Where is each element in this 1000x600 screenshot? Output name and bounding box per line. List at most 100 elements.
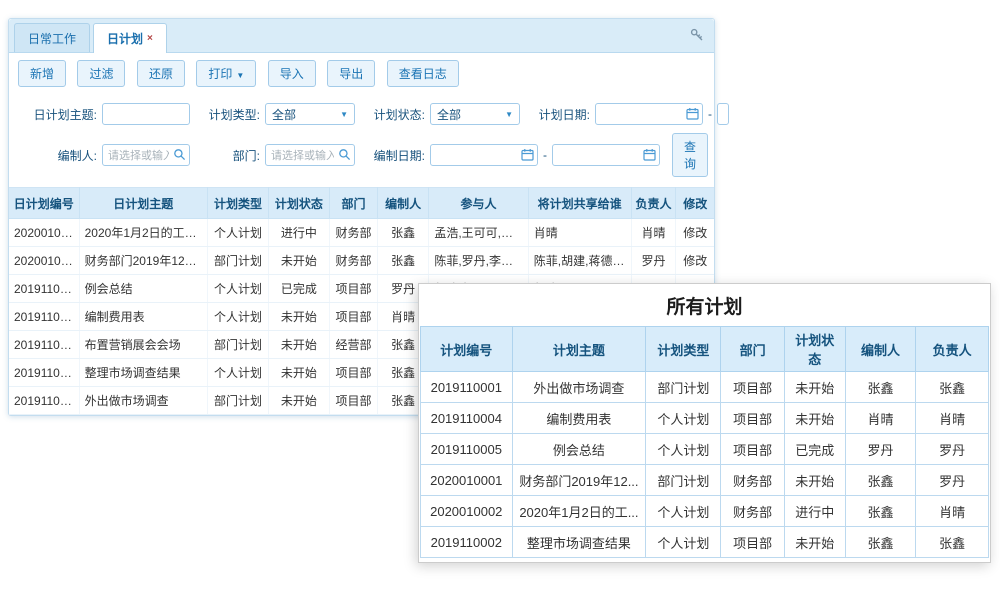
close-icon[interactable]: × bbox=[147, 33, 153, 44]
created-date-label: 编制日期: bbox=[355, 147, 425, 164]
table-row: 20200100022020年1月2日的工...个人计划财务部进行中张鑫肖晴 bbox=[421, 496, 989, 527]
view-log-button[interactable]: 查看日志 bbox=[387, 60, 459, 87]
tab-label: 日常工作 bbox=[28, 32, 76, 46]
column-header: 部门 bbox=[721, 327, 784, 372]
cell-subject[interactable]: 布置营销展会会场 bbox=[79, 331, 207, 359]
cell-subject[interactable]: 2020年1月2日的工作日... bbox=[79, 219, 207, 247]
key-icon[interactable] bbox=[690, 28, 704, 47]
column-header: 日计划编号 bbox=[9, 188, 79, 219]
add-button[interactable]: 新增 bbox=[18, 60, 66, 87]
cell-subject[interactable]: 财务部门2019年12月的... bbox=[79, 247, 207, 275]
cell-plan-type: 个人计划 bbox=[646, 496, 721, 527]
department-label: 部门: bbox=[190, 147, 260, 164]
column-header: 负责人 bbox=[631, 188, 676, 219]
cell-creator: 张鑫 bbox=[845, 465, 915, 496]
cell-subject: 整理市场调查结果 bbox=[512, 527, 646, 558]
cell-plan-status: 未开始 bbox=[784, 465, 845, 496]
plan-status-value: 全部 bbox=[437, 106, 461, 123]
plan-date-to-input[interactable] bbox=[717, 103, 729, 125]
cell-edit-link[interactable]: 修改 bbox=[676, 247, 714, 275]
cell-department: 财务部 bbox=[721, 496, 784, 527]
subject-input[interactable] bbox=[102, 103, 190, 125]
cell-plan-id[interactable]: 2020010002 bbox=[9, 219, 79, 247]
column-header: 日计划主题 bbox=[79, 188, 207, 219]
import-button[interactable]: 导入 bbox=[268, 60, 316, 87]
cell-department: 项目部 bbox=[721, 403, 784, 434]
cell-plan-type: 部门计划 bbox=[208, 247, 269, 275]
cell-plan-id: 2019110001 bbox=[421, 372, 513, 403]
column-header: 计划类型 bbox=[646, 327, 721, 372]
creator-label: 编制人: bbox=[19, 147, 97, 164]
column-header: 负责人 bbox=[916, 327, 989, 372]
cell-plan-status: 未开始 bbox=[784, 403, 845, 434]
cell-owner: 罗丹 bbox=[916, 434, 989, 465]
cell-department: 项目部 bbox=[329, 359, 377, 387]
creator-field bbox=[102, 144, 190, 166]
cell-subject[interactable]: 例会总结 bbox=[79, 275, 207, 303]
cell-plan-id[interactable]: 2019110003 bbox=[9, 331, 79, 359]
cell-plan-status: 已完成 bbox=[268, 275, 329, 303]
cell-plan-type: 个人计划 bbox=[646, 403, 721, 434]
cell-plan-status: 已完成 bbox=[784, 434, 845, 465]
table-row: 2019110005例会总结个人计划项目部已完成罗丹罗丹 bbox=[421, 434, 989, 465]
cell-plan-status: 进行中 bbox=[268, 219, 329, 247]
cell-department: 财务部 bbox=[329, 219, 377, 247]
cell-edit-link[interactable]: 修改 bbox=[676, 219, 714, 247]
cell-plan-type: 部门计划 bbox=[646, 372, 721, 403]
calendar-icon[interactable] bbox=[686, 107, 699, 123]
created-date-from-field bbox=[430, 144, 538, 166]
search-icon[interactable] bbox=[338, 148, 351, 164]
cell-plan-type: 个人计划 bbox=[646, 527, 721, 558]
cell-plan-type: 部门计划 bbox=[208, 331, 269, 359]
cell-department: 项目部 bbox=[721, 372, 784, 403]
table-row: 2019110004编制费用表个人计划项目部未开始肖晴肖晴 bbox=[421, 403, 989, 434]
column-header: 计划状态 bbox=[268, 188, 329, 219]
cell-plan-id[interactable]: 2019110005 bbox=[9, 275, 79, 303]
caret-down-icon: ▼ bbox=[505, 110, 513, 119]
restore-button[interactable]: 还原 bbox=[137, 60, 185, 87]
print-button[interactable]: 打印▼ bbox=[196, 60, 256, 87]
cell-owner[interactable]: 肖晴 bbox=[631, 219, 676, 247]
cell-subject: 例会总结 bbox=[512, 434, 646, 465]
plan-type-label: 计划类型: bbox=[190, 106, 260, 123]
page-title: 所有计划 bbox=[420, 284, 989, 326]
cell-owner[interactable]: 罗丹 bbox=[631, 247, 676, 275]
cell-creator: 张鑫 bbox=[378, 219, 429, 247]
filter-button[interactable]: 过滤 bbox=[77, 60, 125, 87]
cell-department: 项目部 bbox=[721, 434, 784, 465]
created-date-to-field bbox=[552, 144, 660, 166]
cell-participants: 孟浩,王可可,肖晴,张鑫 bbox=[429, 219, 528, 247]
cell-department: 财务部 bbox=[721, 465, 784, 496]
cell-plan-type: 个人计划 bbox=[646, 434, 721, 465]
plan-status-select[interactable]: 全部 ▼ bbox=[430, 103, 520, 125]
cell-plan-id[interactable]: 2019110002 bbox=[9, 359, 79, 387]
plan-type-select[interactable]: 全部 ▼ bbox=[265, 103, 355, 125]
cell-subject[interactable]: 整理市场调查结果 bbox=[79, 359, 207, 387]
calendar-icon[interactable] bbox=[521, 148, 534, 164]
cell-subject: 编制费用表 bbox=[512, 403, 646, 434]
column-header: 编制人 bbox=[378, 188, 429, 219]
caret-down-icon: ▼ bbox=[340, 110, 348, 119]
cell-subject[interactable]: 编制费用表 bbox=[79, 303, 207, 331]
cell-plan-id[interactable]: 2020010001 bbox=[9, 247, 79, 275]
tab-bar: 日常工作 日计划× bbox=[9, 19, 714, 53]
search-button[interactable]: 查询 bbox=[672, 133, 708, 177]
search-icon[interactable] bbox=[173, 148, 186, 164]
cell-participants: 陈菲,罗丹,李若若,罗... bbox=[429, 247, 528, 275]
cell-subject[interactable]: 外出做市场调查 bbox=[79, 387, 207, 415]
cell-share-with: 陈菲,胡建,蒋德帆... bbox=[528, 247, 631, 275]
cell-plan-status: 未开始 bbox=[784, 527, 845, 558]
cell-plan-id[interactable]: 2019110001 bbox=[9, 387, 79, 415]
tab-daily-work[interactable]: 日常工作 bbox=[14, 23, 90, 52]
calendar-icon[interactable] bbox=[643, 148, 656, 164]
cell-plan-status: 未开始 bbox=[268, 387, 329, 415]
tab-daily-plan[interactable]: 日计划× bbox=[93, 23, 167, 53]
export-button[interactable]: 导出 bbox=[327, 60, 375, 87]
all-plans-window: 所有计划 计划编号计划主题计划类型部门计划状态编制人负责人 2019110001… bbox=[418, 283, 991, 563]
cell-department: 财务部 bbox=[329, 247, 377, 275]
cell-creator: 张鑫 bbox=[845, 527, 915, 558]
date-range-separator: - bbox=[708, 107, 712, 121]
cell-plan-id[interactable]: 2019110004 bbox=[9, 303, 79, 331]
cell-plan-id: 2019110004 bbox=[421, 403, 513, 434]
department-field bbox=[265, 144, 355, 166]
